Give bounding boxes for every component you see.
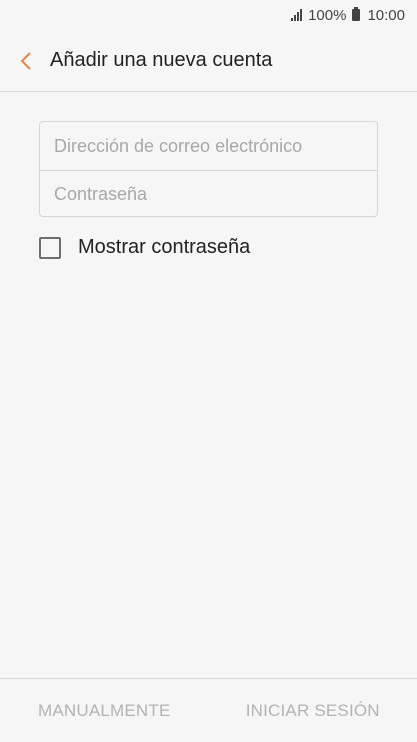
password-field-container bbox=[40, 170, 377, 218]
bottom-action-bar: MANUALMENTE INICIAR SESIÓN bbox=[0, 678, 417, 742]
clock: 10:00 bbox=[367, 6, 405, 24]
show-password-label: Mostrar contraseña bbox=[78, 236, 251, 258]
email-field[interactable] bbox=[54, 122, 377, 170]
email-field-container bbox=[40, 122, 377, 170]
page-title: Añadir una nueva cuenta bbox=[50, 49, 273, 71]
battery-icon bbox=[352, 7, 361, 21]
signal-icon bbox=[291, 9, 303, 21]
manual-setup-button[interactable]: MANUALMENTE bbox=[0, 679, 209, 742]
app-bar: Añadir una nueva cuenta bbox=[0, 30, 417, 92]
show-password-toggle[interactable]: Mostrar contraseña bbox=[39, 236, 250, 259]
battery-percentage: 100% bbox=[308, 6, 347, 24]
sign-in-button[interactable]: INICIAR SESIÓN bbox=[209, 679, 417, 742]
status-bar: 100% 10:00 bbox=[0, 0, 417, 30]
password-field[interactable] bbox=[54, 171, 377, 218]
login-form bbox=[39, 121, 378, 218]
show-password-checkbox[interactable] bbox=[39, 236, 61, 259]
chevron-left-icon[interactable] bbox=[4, 30, 48, 92]
